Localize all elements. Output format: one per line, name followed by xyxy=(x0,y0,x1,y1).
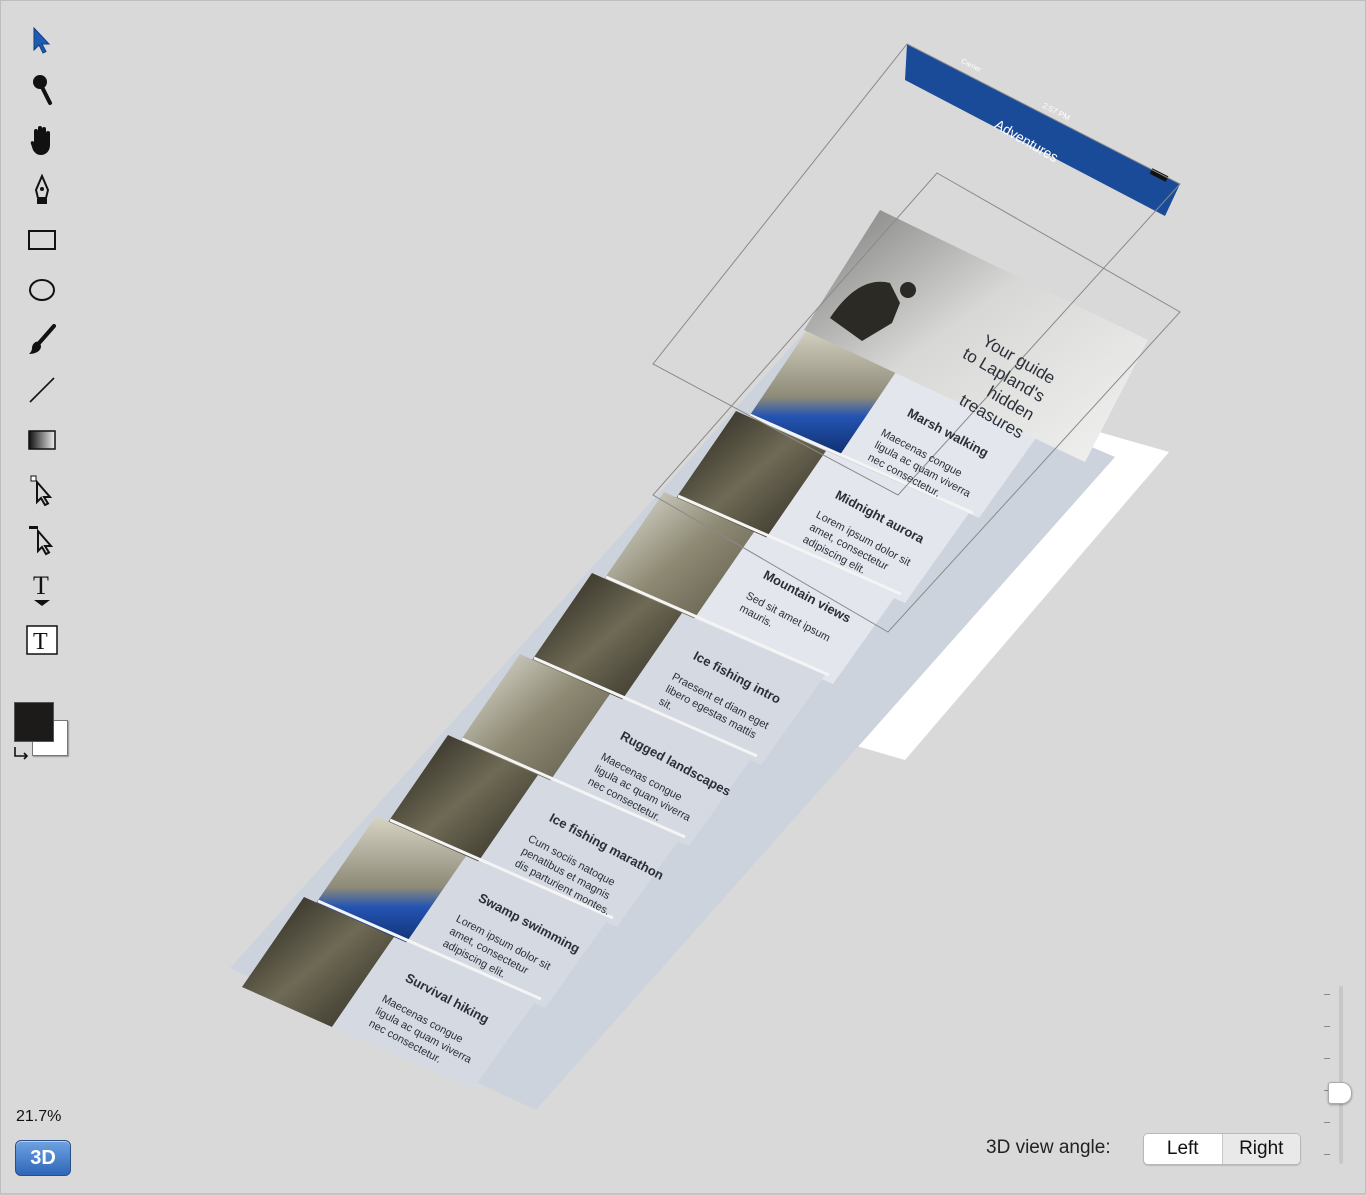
view-angle-label: 3D view angle: xyxy=(986,1137,1111,1158)
path-select-icon[interactable] xyxy=(22,520,62,560)
view-angle-left-button[interactable]: Left xyxy=(1144,1134,1222,1164)
nav-bar xyxy=(905,44,1180,216)
slider-tick xyxy=(1324,1026,1330,1027)
slider-track xyxy=(1339,986,1343,1164)
layer-spacing-slider[interactable] xyxy=(1318,986,1358,1166)
brush-icon[interactable] xyxy=(22,320,62,360)
direct-select-icon[interactable] xyxy=(22,470,62,510)
slider-tick xyxy=(1324,1122,1330,1123)
svg-text:T: T xyxy=(33,572,49,600)
tool-palette: T T 21.7% 3D xyxy=(0,0,80,1196)
select-arrow-icon[interactable] xyxy=(22,20,62,60)
table-layer xyxy=(230,326,1115,1110)
layer-stack xyxy=(230,43,1181,1110)
swap-colors-icon[interactable] xyxy=(12,744,30,762)
gradient-icon[interactable] xyxy=(22,420,62,460)
slider-tick xyxy=(1324,994,1330,995)
3d-mode-button[interactable]: 3D xyxy=(15,1140,71,1176)
line-icon[interactable] xyxy=(22,370,62,410)
hand-icon[interactable] xyxy=(22,120,62,160)
rectangle-icon[interactable] xyxy=(22,220,62,260)
zoom-icon[interactable] xyxy=(22,70,62,110)
view-angle-right-button[interactable]: Right xyxy=(1221,1134,1300,1164)
slider-tick xyxy=(1324,1058,1330,1059)
ellipse-icon[interactable] xyxy=(22,270,62,310)
slider-knob[interactable] xyxy=(1328,1082,1352,1104)
pen-icon[interactable] xyxy=(22,170,62,210)
text-path-icon[interactable]: T xyxy=(22,570,62,610)
svg-text:T: T xyxy=(33,629,48,655)
zoom-level: 21.7% xyxy=(16,1108,62,1125)
slider-tick xyxy=(1324,1154,1330,1155)
view-angle-segmented-control: Left Right xyxy=(1143,1133,1301,1165)
text-box-icon[interactable]: T xyxy=(22,620,62,660)
foreground-color-swatch[interactable] xyxy=(14,702,54,742)
color-swatches xyxy=(12,700,72,764)
3d-canvas[interactable]: Carrier 2:57 PM Adventures Your guide to… xyxy=(80,0,1310,1196)
